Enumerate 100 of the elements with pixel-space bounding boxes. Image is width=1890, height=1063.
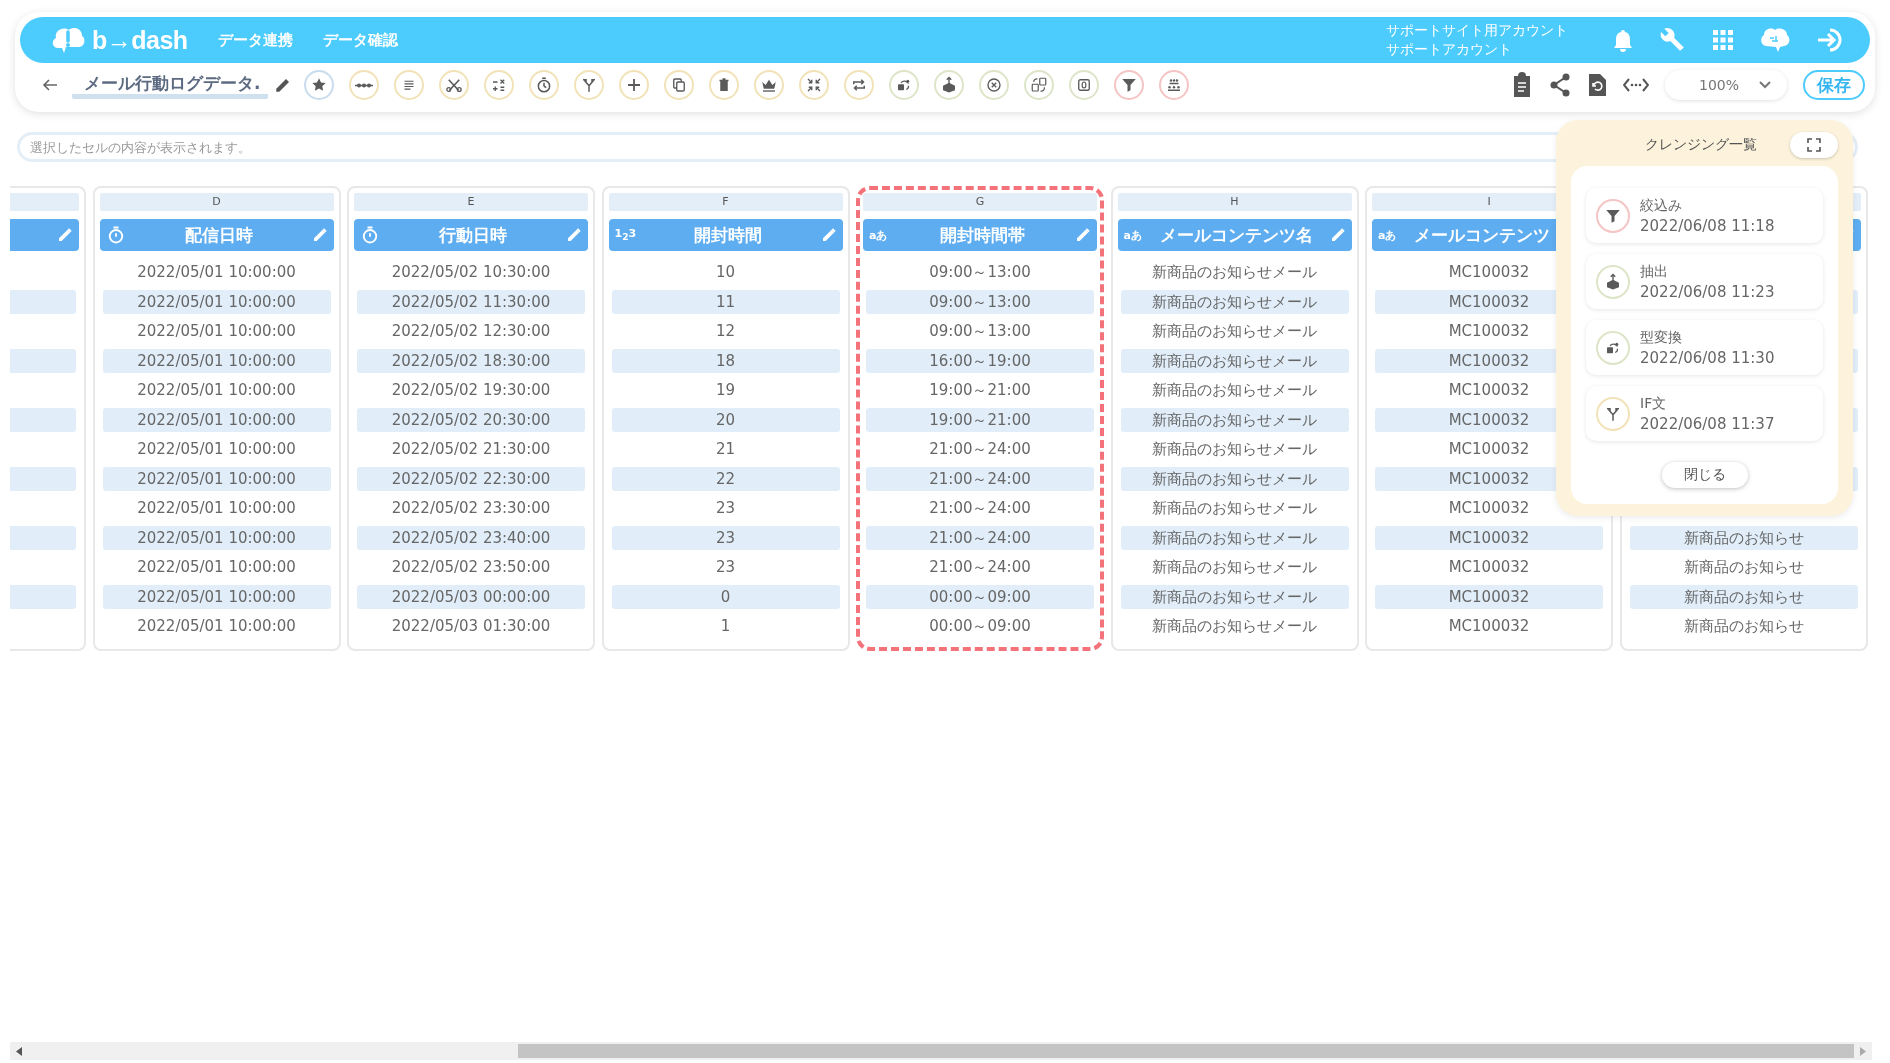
table-cell[interactable]: 19 bbox=[611, 378, 840, 402]
plus-button[interactable] bbox=[619, 70, 650, 100]
filter-button[interactable] bbox=[1114, 70, 1145, 100]
table-cell[interactable]: 2022/05/02 22:30:00 bbox=[357, 466, 585, 491]
table-cell[interactable]: 2022/05/02 18:30:00 bbox=[357, 348, 585, 373]
grid-dots-button[interactable] bbox=[1159, 70, 1190, 100]
table-cell[interactable]: 21:00～24:00 bbox=[866, 437, 1094, 461]
table-cell[interactable]: 21:00～24:00 bbox=[866, 555, 1094, 579]
scrollbar-thumb[interactable] bbox=[518, 1044, 1854, 1058]
table-cell[interactable]: MC100032 bbox=[1375, 555, 1603, 579]
table-cell[interactable]: 2022/05/01 10:00:00 bbox=[102, 319, 331, 343]
table-cell[interactable]: 2022/05/01 10:00:00 bbox=[102, 584, 331, 609]
table-cell[interactable]: 2022/05/01 10:00:00 bbox=[102, 378, 331, 402]
code-icon[interactable] bbox=[1623, 77, 1649, 93]
cleansing-item[interactable]: 絞込み 2022/06/08 11:18 bbox=[1586, 188, 1823, 243]
table-cell[interactable]: 新商品のお知らせメール bbox=[1120, 437, 1349, 461]
table-cell[interactable]: 18 bbox=[611, 348, 840, 373]
scroll-left-icon[interactable] bbox=[16, 1046, 22, 1056]
table-cell[interactable]: 2022/05/01 10:00:00 bbox=[102, 466, 331, 491]
table-cell[interactable]: 2022/05/02 23:50:00 bbox=[357, 555, 585, 579]
table-cell[interactable]: 22 bbox=[611, 466, 840, 491]
cleansing-item[interactable]: IF文 2022/06/08 11:37 bbox=[1586, 386, 1823, 441]
table-cell[interactable]: 09:00～13:00 bbox=[866, 289, 1094, 314]
branch-button[interactable] bbox=[574, 70, 605, 100]
table-cell[interactable]: 2022/05/01 10:00:00 bbox=[102, 525, 331, 550]
table-cell[interactable]: 1 bbox=[611, 614, 840, 638]
table-cell[interactable]: 新商品のお知らせメール bbox=[1120, 407, 1349, 432]
table-cell[interactable]: 新商品のお知らせメール bbox=[1120, 584, 1349, 609]
table-cell[interactable]: 00:00～09:00 bbox=[866, 614, 1094, 638]
table-cell[interactable]: 新商品のお知らせメール bbox=[1120, 525, 1349, 550]
math-button[interactable] bbox=[484, 70, 515, 100]
document-title[interactable]: メール行動ログデータ. bbox=[72, 71, 269, 99]
dots-button[interactable] bbox=[349, 70, 380, 100]
table-column[interactable]: F 1$_{2}$3 開封時間 10 11 12 18 19 20 21 22 23 23 23 0 1 bbox=[601, 186, 850, 651]
cancel-button[interactable] bbox=[979, 70, 1010, 100]
copy-button[interactable] bbox=[664, 70, 695, 100]
convert-button[interactable] bbox=[889, 70, 920, 100]
table-cell[interactable]: 2022/05/01 10:00:00 bbox=[102, 437, 331, 461]
table-cell[interactable]: 23 bbox=[611, 525, 840, 550]
swap-button[interactable] bbox=[1024, 70, 1055, 100]
table-cell[interactable]: 21:00～24:00 bbox=[866, 496, 1094, 520]
table-cell[interactable]: 2022/05/01 10:00:00 bbox=[102, 496, 331, 520]
scissors-button[interactable] bbox=[439, 70, 470, 100]
table-column[interactable]: H aあ メールコンテンツ名 新商品のお知らせメール 新商品のお知らせメール 新商品のお知らせメール 新商品のお知らせメール 新商品のお知らせメール 新商品のお知らせメール 新商品のお知らせメール 新商品のお知らせメール 新商品のお知らせメール 新商品のお知らせメール 新商品のお知らせメール 新商品のお知らせメール 新商品のお知らせメール bbox=[1110, 186, 1359, 651]
table-cell[interactable]: 2022/05/01 10:00:00 bbox=[102, 289, 331, 314]
table-cell[interactable]: 10 bbox=[611, 260, 840, 284]
crown-button[interactable] bbox=[754, 70, 785, 100]
table-cell[interactable]: MC100032 bbox=[1375, 525, 1603, 550]
zero-box-button[interactable] bbox=[1069, 70, 1100, 100]
close-button[interactable]: 閉じる bbox=[1661, 462, 1748, 488]
table-cell[interactable]: 11 bbox=[611, 289, 840, 314]
table-cell[interactable]: MC100032 bbox=[1375, 584, 1603, 609]
table-cell[interactable]: 2022/05/02 19:30:00 bbox=[357, 378, 585, 402]
lines-button[interactable] bbox=[394, 70, 425, 100]
table-cell[interactable]: 新商品のお知らせメール bbox=[1120, 555, 1349, 579]
table-cell[interactable]: 2022/05/03 00:00:00 bbox=[357, 584, 585, 609]
table-cell[interactable]: 新商品のお知らせ bbox=[1629, 614, 1858, 638]
table-cell[interactable]: 21 bbox=[611, 437, 840, 461]
table-cell[interactable]: 09:00～13:00 bbox=[866, 319, 1094, 343]
table-cell[interactable]: 新商品のお知らせメール bbox=[1120, 289, 1349, 314]
back-arrow-icon[interactable] bbox=[42, 78, 58, 92]
table-cell[interactable]: 00:00～09:00 bbox=[866, 584, 1094, 609]
table-cell[interactable]: 0 bbox=[611, 584, 840, 609]
table-cell[interactable]: 2022/05/02 10:30:00 bbox=[357, 260, 585, 284]
table-cell[interactable]: 新商品のお知らせメール bbox=[1120, 260, 1349, 284]
table-column[interactable] bbox=[347, 186, 595, 651]
table-cell[interactable]: 21:00～24:00 bbox=[866, 525, 1094, 550]
table-cell[interactable]: 新商品のお知らせ bbox=[1629, 525, 1858, 550]
table-cell[interactable]: 2022/05/01 10:00:00 bbox=[102, 614, 331, 638]
table-cell[interactable]: 2022/05/02 11:30:00 bbox=[357, 289, 585, 314]
table-cell[interactable]: 2022/05/01 10:00:00 bbox=[102, 260, 331, 284]
table-cell[interactable]: 21:00～24:00 bbox=[866, 466, 1094, 491]
table-cell[interactable]: 新商品のお知らせ bbox=[1629, 584, 1858, 609]
table-cell[interactable]: 23 bbox=[611, 496, 840, 520]
table-column[interactable] bbox=[92, 186, 341, 651]
table-cell[interactable]: 19:00～21:00 bbox=[866, 378, 1094, 402]
collapse-button[interactable] bbox=[799, 70, 830, 100]
star-button[interactable] bbox=[304, 70, 335, 100]
expand-button[interactable] bbox=[1790, 132, 1838, 158]
stopwatch-button[interactable] bbox=[529, 70, 560, 100]
table-cell[interactable]: 23 bbox=[611, 555, 840, 579]
selected-column[interactable]: G aあ 開封時間帯 09:00～13:00 09:00～13:00 09:00～13:00 16:00～19:00 19:00～21:00 19:00～21:00 21:00～24:00 21:00～24:00 21:00～24:00 21:00～24:00 21:00～24:00 00:00～09:00 00:00～09:00 bbox=[856, 186, 1104, 651]
table-cell[interactable]: 2022/05/02 23:40:00 bbox=[357, 525, 585, 550]
table-cell[interactable]: 12 bbox=[611, 319, 840, 343]
table-cell[interactable]: 新商品のお知らせメール bbox=[1120, 378, 1349, 402]
table-cell[interactable]: 新商品のお知らせメール bbox=[1120, 614, 1349, 638]
table-cell[interactable]: 2022/05/01 10:00:00 bbox=[102, 555, 331, 579]
table-cell[interactable]: 16:00～19:00 bbox=[866, 348, 1094, 373]
table-cell[interactable]: 2022/05/01 10:00:00 bbox=[102, 348, 331, 373]
repeat-button[interactable] bbox=[844, 70, 875, 100]
zoom-select[interactable]: 100% bbox=[1665, 70, 1787, 100]
trash-button[interactable] bbox=[709, 70, 740, 100]
table-cell[interactable]: 2022/05/02 23:30:00 bbox=[357, 496, 585, 520]
cleansing-item[interactable]: 型変換 2022/06/08 11:30 bbox=[1586, 320, 1823, 375]
table-cell[interactable]: 09:00～13:00 bbox=[866, 260, 1094, 284]
file-restore-icon[interactable] bbox=[1587, 73, 1607, 97]
table-cell[interactable]: 2022/05/01 10:00:00 bbox=[102, 407, 331, 432]
table-cell[interactable]: 2022/05/02 12:30:00 bbox=[357, 319, 585, 343]
cleansing-item[interactable]: 抽出 2022/06/08 11:23 bbox=[1586, 254, 1823, 309]
table-cell[interactable]: 新商品のお知らせ bbox=[1629, 555, 1858, 579]
